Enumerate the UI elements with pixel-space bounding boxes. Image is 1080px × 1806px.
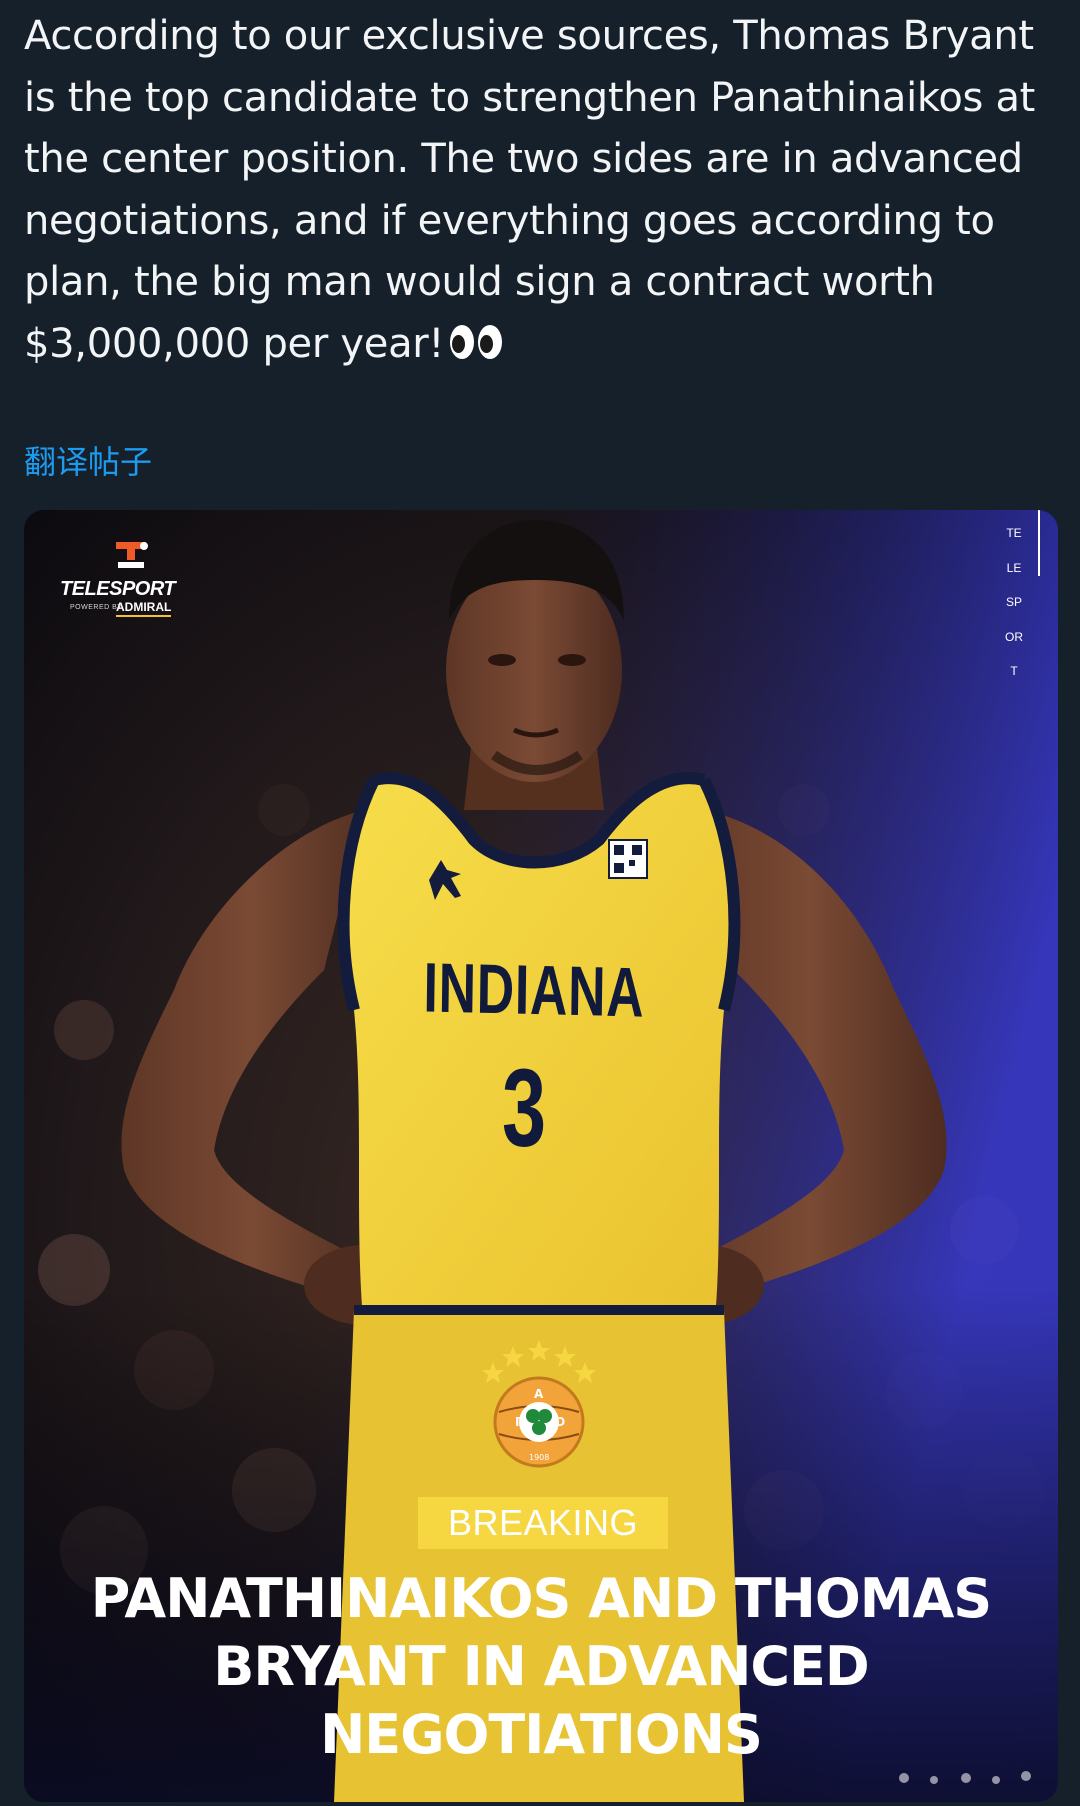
translate-post-link[interactable]: 翻译帖子 <box>24 440 152 484</box>
telesport-logo: TELESPORT POWERED BY ADMIRAL <box>60 540 210 630</box>
jersey-team-name: INDIANA <box>423 948 645 1032</box>
vertical-brand-text: TELESPORT <box>1005 526 1023 678</box>
tweet-media-image[interactable]: INDIANA 3 TELESPORT POWERED BY ADMIRAL T… <box>24 510 1058 1802</box>
breaking-label: BREAKING <box>418 1497 668 1549</box>
jersey-number: 3 <box>501 1047 547 1170</box>
tweet-body: According to our exclusive sources, Thom… <box>24 13 1036 367</box>
brand-partner: ADMIRAL <box>116 600 172 617</box>
tweet-text: According to our exclusive sources, Thom… <box>24 6 1064 375</box>
brand-name: TELESPORT <box>60 578 176 600</box>
brand-powered-by: POWERED BY <box>70 604 123 611</box>
badge-letter-pi: Π <box>515 1415 525 1429</box>
badge-letter-alpha: Α <box>534 1387 544 1401</box>
badge-letter-omicron: Ο <box>555 1415 565 1429</box>
badge-year: 1908 <box>529 1453 549 1462</box>
vertical-brand-bar <box>1038 510 1040 576</box>
eyes-emoji-icon <box>450 324 503 359</box>
panathinaikos-badge: Π Α Ο 1908 <box>479 1340 599 1470</box>
headline: PANATHINAIKOS AND THOMAS BRYANT IN ADVAN… <box>90 1567 992 1766</box>
watermark-icon <box>899 1771 1031 1784</box>
